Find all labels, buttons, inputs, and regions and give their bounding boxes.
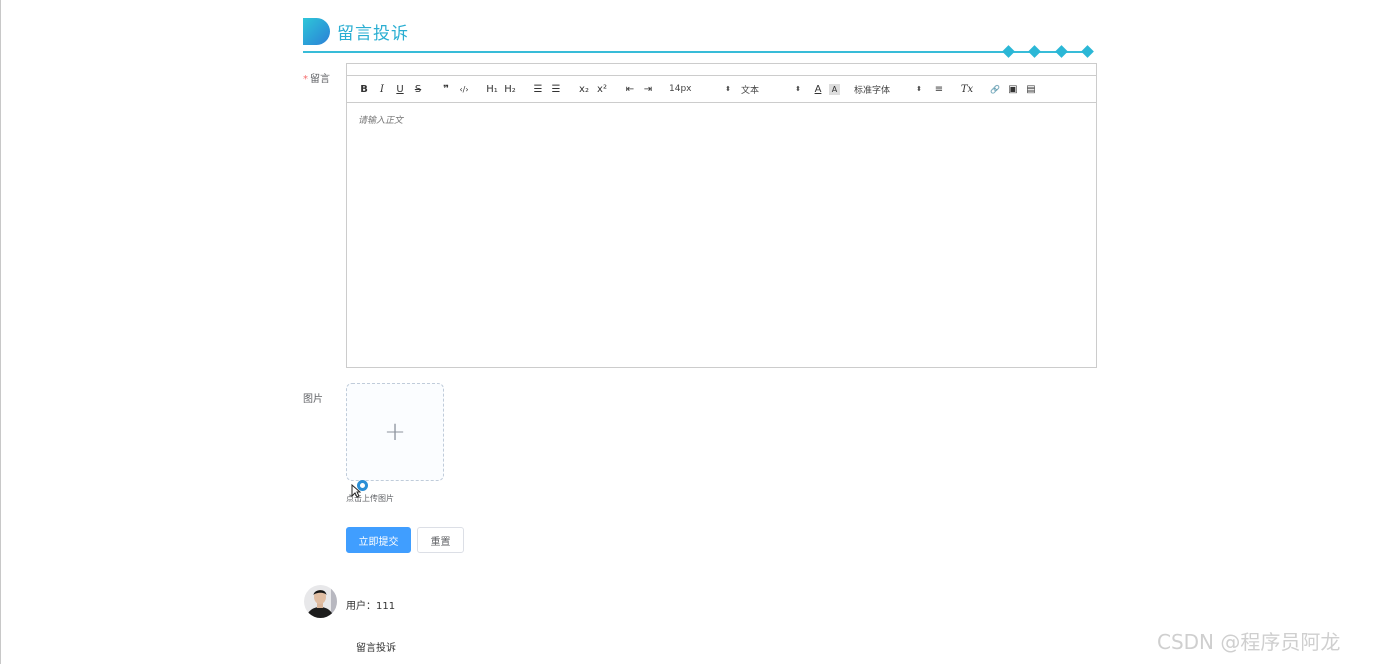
rich-text-editor: B I U S ❞ ‹/› H₁ H₂ ☰ ☰ x₂ x² ⇤ ⇥ 14px ⬍ … <box>346 63 1097 368</box>
watermark: CSDN @程序员阿龙 <box>1157 630 1341 654</box>
divider-diamond-icon <box>1055 45 1068 58</box>
editor-content[interactable]: 请输入正文 <box>347 103 1096 367</box>
loading-ring-icon <box>357 480 368 491</box>
chevron-updown-icon: ⬍ <box>916 85 922 93</box>
image-button[interactable]: ▣ <box>1006 81 1020 97</box>
font-color-button[interactable]: A <box>811 81 825 97</box>
divider-diamond-icon <box>1028 45 1041 58</box>
chevron-updown-icon: ⬍ <box>795 85 801 93</box>
divider-diamond-icon <box>1002 45 1015 58</box>
underline-button[interactable]: U <box>393 81 407 97</box>
submit-button[interactable]: 立即提交 <box>346 527 411 553</box>
video-button[interactable]: ▤ <box>1024 81 1038 97</box>
align-button[interactable]: ≡ <box>932 81 946 97</box>
font-picker[interactable]: 标准字体 ⬍ <box>854 83 922 96</box>
subscript-button[interactable]: x₂ <box>577 81 591 97</box>
superscript-button[interactable]: x² <box>595 81 609 97</box>
comment-title: 留言投诉 <box>356 643 396 654</box>
image-upload-box[interactable]: + <box>346 383 444 481</box>
required-mark: * <box>303 74 308 85</box>
divider-diamond-icon <box>1081 45 1094 58</box>
editor-toolbar: B I U S ❞ ‹/› H₁ H₂ ☰ ☰ x₂ x² ⇤ ⇥ 14px ⬍ … <box>347 76 1096 103</box>
avatar <box>304 585 337 618</box>
background-color-button[interactable]: A <box>829 83 840 95</box>
header-picker-label: 文本 <box>741 85 760 96</box>
image-label: 图片 <box>303 394 323 405</box>
window-edge <box>0 0 1 664</box>
message-label-text: 留言 <box>310 74 330 85</box>
italic-button[interactable]: I <box>375 81 389 97</box>
section-header: 留言投诉 <box>303 16 409 46</box>
reset-button[interactable]: 重置 <box>417 527 464 553</box>
chevron-updown-icon: ⬍ <box>725 85 731 93</box>
plus-icon: + <box>384 417 406 447</box>
link-button[interactable]: 🔗 <box>988 81 1002 97</box>
comment-user: 用户：111 <box>346 601 396 612</box>
bold-button[interactable]: B <box>357 81 371 97</box>
font-picker-label: 标准字体 <box>854 85 891 96</box>
header-divider <box>303 51 1091 53</box>
header2-button[interactable]: H₂ <box>503 81 517 97</box>
blockquote-button[interactable]: ❞ <box>439 81 453 97</box>
strike-button[interactable]: S <box>411 81 425 97</box>
size-picker-label: 14px <box>669 84 692 94</box>
page-title: 留言投诉 <box>337 23 409 44</box>
editor-top-strip <box>347 64 1096 76</box>
page: 留言投诉 * 留言 B I U S ❞ ‹/› H₁ H₂ ☰ ☰ x₂ x² ⇤ <box>0 0 1394 664</box>
header-badge-icon <box>303 17 330 45</box>
code-block-button[interactable]: ‹/› <box>457 81 471 97</box>
message-label: * 留言 <box>303 70 330 85</box>
size-picker[interactable]: 14px ⬍ <box>669 84 731 94</box>
header1-button[interactable]: H₁ <box>485 81 499 97</box>
outdent-button[interactable]: ⇤ <box>623 81 637 97</box>
ordered-list-button[interactable]: ☰ <box>531 81 545 97</box>
indent-button[interactable]: ⇥ <box>641 81 655 97</box>
clean-format-button[interactable]: Tx <box>960 81 974 97</box>
editor-placeholder: 请输入正文 <box>358 116 404 126</box>
bullet-list-button[interactable]: ☰ <box>549 81 563 97</box>
header-picker[interactable]: 文本 ⬍ <box>741 83 801 96</box>
